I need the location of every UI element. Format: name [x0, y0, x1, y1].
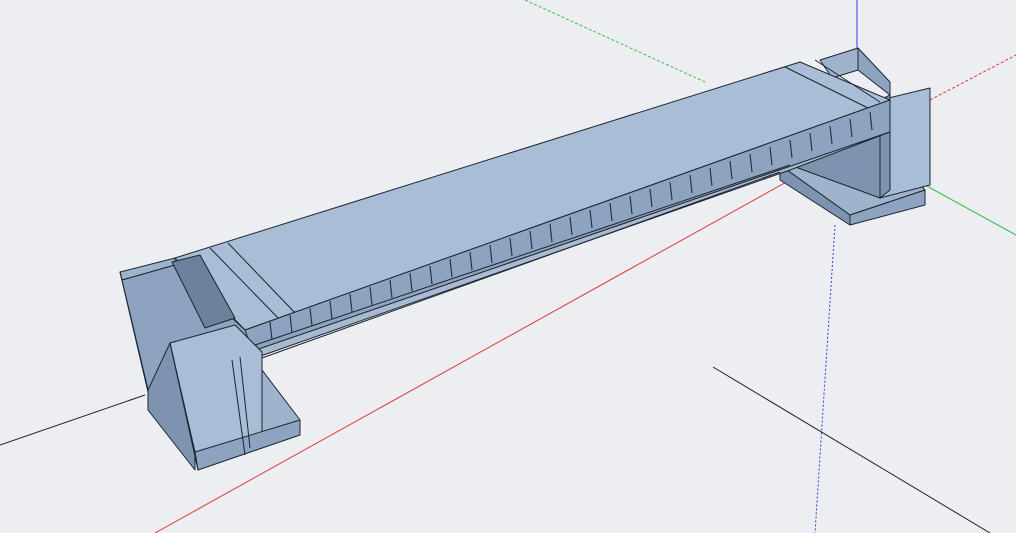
green-axis-solid — [924, 184, 1016, 236]
scene-canvas[interactable] — [0, 0, 1016, 533]
3d-modeling-viewport[interactable] — [0, 0, 1016, 533]
red-axis-dashed — [929, 54, 1016, 101]
black-axis-left — [0, 394, 146, 446]
green-axis-dashed — [524, 0, 706, 83]
bridge-model[interactable] — [119, 47, 931, 471]
blue-axis-dashed — [814, 224, 836, 533]
deck-top — [174, 61, 891, 331]
black-axis-right — [712, 366, 991, 533]
